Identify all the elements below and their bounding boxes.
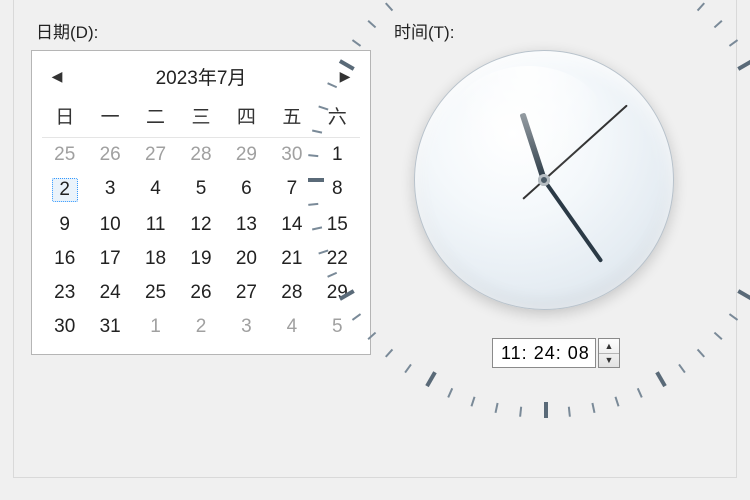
clock-tick-minor (729, 313, 738, 320)
clock-tick-minor (678, 364, 685, 373)
clock-tick-minor (385, 349, 393, 358)
calendar-day[interactable]: 10 (87, 208, 132, 242)
calendar-prev-button[interactable]: ◀ (48, 68, 66, 86)
calendar-day[interactable]: 28 (178, 138, 223, 172)
clock-tick-minor (729, 39, 738, 46)
calendar-day[interactable]: 4 (269, 310, 314, 344)
calendar-dow: 一 (87, 98, 132, 138)
calendar-day[interactable]: 31 (87, 310, 132, 344)
calendar-day[interactable]: 6 (224, 172, 269, 208)
time-spinner: ▲ ▼ (492, 338, 620, 368)
calendar-day[interactable]: 14 (269, 208, 314, 242)
clock-tick-major (737, 289, 750, 300)
calendar-day[interactable]: 5 (178, 172, 223, 208)
calendar-day[interactable]: 9 (42, 208, 87, 242)
calendar-day[interactable]: 1 (315, 138, 360, 172)
time-spin-down-button[interactable]: ▼ (599, 354, 619, 368)
calendar-day[interactable]: 22 (315, 242, 360, 276)
clock-tick-major (308, 178, 324, 182)
clock-tick-minor (697, 2, 705, 11)
clock-tick-minor (637, 388, 643, 398)
clock-tick-minor (447, 388, 453, 398)
clock-tick-minor (519, 407, 522, 417)
calendar-day[interactable]: 29 (224, 138, 269, 172)
clock-tick-major (737, 59, 750, 70)
calendar-day[interactable]: 21 (269, 242, 314, 276)
clock-second-hand (543, 105, 627, 181)
calendar-header: ◀ 2023年7月 ▶ (42, 57, 360, 98)
calendar-day[interactable]: 2 (178, 310, 223, 344)
clock-tick-minor (714, 332, 723, 340)
time-label: 时间(T): (394, 18, 454, 43)
calendar-day[interactable]: 2 (42, 172, 87, 208)
calendar-day[interactable]: 3 (87, 172, 132, 208)
clock-tick-major (544, 402, 548, 418)
analog-clock (414, 50, 674, 310)
calendar-day[interactable]: 13 (224, 208, 269, 242)
calendar-day[interactable]: 26 (87, 138, 132, 172)
clock-tick-major (655, 371, 666, 387)
time-spin-buttons: ▲ ▼ (598, 338, 620, 368)
calendar-day[interactable]: 11 (133, 208, 178, 242)
calendar-day[interactable]: 17 (87, 242, 132, 276)
calendar-day[interactable]: 30 (42, 310, 87, 344)
datetime-panel: 日期(D): 时间(T): ◀ 2023年7月 ▶ 日一二三四五六 252627… (13, 0, 737, 478)
calendar-day[interactable]: 23 (42, 276, 87, 310)
clock-tick-minor (615, 397, 620, 407)
date-label: 日期(D): (36, 18, 98, 43)
clock-tick-minor (568, 407, 571, 417)
calendar-day[interactable]: 1 (133, 310, 178, 344)
calendar-day[interactable]: 16 (42, 242, 87, 276)
calendar-day[interactable]: 27 (133, 138, 178, 172)
calendar-dow: 二 (133, 98, 178, 138)
calendar-day[interactable]: 24 (87, 276, 132, 310)
clock-hour-hand (520, 112, 547, 180)
calendar-day[interactable]: 25 (133, 276, 178, 310)
clock-tick-minor (697, 349, 705, 358)
calendar-day[interactable]: 25 (42, 138, 87, 172)
calendar-day[interactable]: 28 (269, 276, 314, 310)
calendar-dow: 四 (224, 98, 269, 138)
calendar-day[interactable]: 4 (133, 172, 178, 208)
time-input[interactable] (492, 338, 596, 368)
calendar-dow: 五 (269, 98, 314, 138)
calendar-dow: 日 (42, 98, 87, 138)
clock-tick-minor (495, 403, 499, 413)
clock-minute-hand (542, 179, 603, 263)
calendar-day[interactable]: 12 (178, 208, 223, 242)
clock-tick-minor (404, 364, 411, 373)
clock-tick-minor (367, 20, 376, 28)
clock-center-pin (538, 174, 550, 186)
clock-tick-major (425, 371, 436, 387)
calendar-title[interactable]: 2023年7月 (156, 63, 247, 90)
time-spin-up-button[interactable]: ▲ (599, 339, 619, 354)
calendar-day[interactable]: 15 (315, 208, 360, 242)
clock-tick-minor (471, 397, 476, 407)
calendar-day[interactable]: 18 (133, 242, 178, 276)
calendar-day[interactable]: 20 (224, 242, 269, 276)
calendar-day[interactable]: 26 (178, 276, 223, 310)
calendar-day[interactable]: 19 (178, 242, 223, 276)
calendar-day[interactable]: 27 (224, 276, 269, 310)
calendar: ◀ 2023年7月 ▶ 日一二三四五六 25262728293012345678… (31, 50, 371, 355)
calendar-day[interactable]: 5 (315, 310, 360, 344)
clock-tick-minor (591, 403, 595, 413)
calendar-day[interactable]: 3 (224, 310, 269, 344)
clock-tick-minor (385, 2, 393, 11)
clock-tick-minor (352, 39, 361, 46)
clock-tick-minor (714, 20, 723, 28)
calendar-dow: 三 (178, 98, 223, 138)
